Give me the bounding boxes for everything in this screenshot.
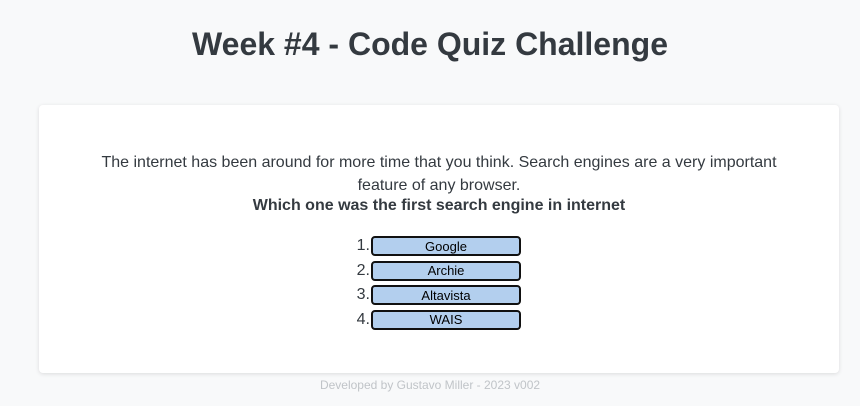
answer-item: 3. Altavista bbox=[350, 283, 521, 308]
answer-item: 2. Archie bbox=[350, 259, 521, 284]
question-intro: The internet has been around for more ti… bbox=[101, 154, 777, 194]
question-text: Which one was the first search engine in… bbox=[252, 197, 626, 214]
footer-credit: Developed by Gustavo Miller - 2023 v002 bbox=[319, 378, 541, 392]
answer-button-wais[interactable]: WAIS bbox=[371, 309, 521, 330]
answer-button-altavista[interactable]: Altavista bbox=[371, 285, 521, 306]
answer-button-google[interactable]: Google bbox=[371, 236, 521, 257]
answer-button-archie[interactable]: Archie bbox=[371, 260, 521, 281]
answer-number: 4. bbox=[356, 310, 370, 328]
page-title: Week #4 - Code Quiz Challenge bbox=[192, 26, 668, 62]
answer-number: 1. bbox=[356, 237, 370, 255]
answer-number: 2. bbox=[356, 261, 370, 279]
answer-list: 1. Google 2. Archie 3. Altavista 4. WAIS bbox=[350, 234, 521, 332]
answer-item: 4. WAIS bbox=[350, 308, 521, 333]
quiz-card: The internet has been around for more ti… bbox=[39, 105, 839, 373]
answer-number: 3. bbox=[356, 286, 370, 304]
answer-item: 1. Google bbox=[350, 234, 521, 259]
